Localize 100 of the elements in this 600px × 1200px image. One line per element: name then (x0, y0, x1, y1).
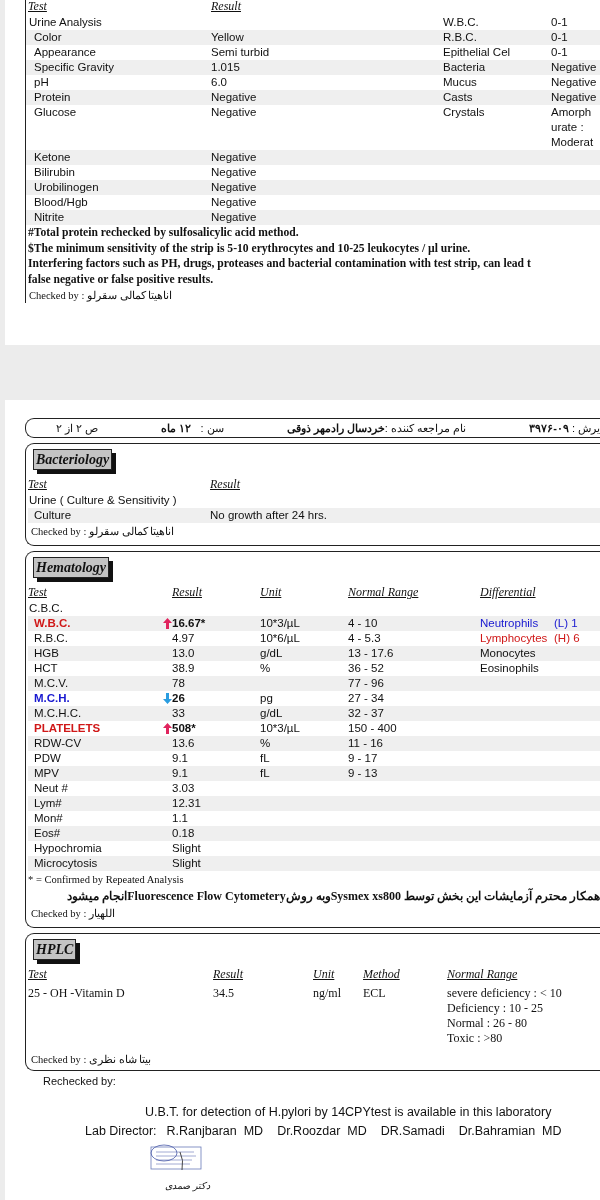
method-note: همکار محترم آزمایشات این بخش توسط Sysmex xs800وبه روشFluorescence Flow Cytometeryانجام میشود (66, 887, 600, 905)
test-result: 13.6 (172, 736, 195, 751)
test-name: Specific Gravity (33, 60, 115, 75)
column-header: Result (210, 478, 240, 493)
range-text: 9 - 13 (348, 766, 379, 781)
checked-by-text: Checked by : اللهیار (30, 907, 117, 921)
test-result: 508* (172, 721, 196, 736)
column-header: Test (28, 0, 47, 15)
range-text: Normal : 26 - 80 (447, 1016, 528, 1031)
differential-name: Monocytes (480, 646, 537, 661)
test-name: Epithelial Cel (443, 45, 512, 60)
stamp-drawing (150, 1144, 202, 1170)
test-result: Amorph urate : Moderat (551, 105, 595, 150)
unit-text: g/dL (260, 706, 284, 721)
director-name: R.Ranjbaran MD (166, 1124, 264, 1138)
range-text: 77 - 96 (348, 676, 385, 691)
test-result: 0-1 (551, 30, 569, 45)
test-result: Negative (551, 60, 598, 75)
differential-name: Lymphocytes (480, 631, 549, 646)
range-text: 13 - 17.6 (348, 646, 395, 661)
test-result: Yellow (211, 30, 245, 45)
test-name: R.B.C. (33, 631, 69, 646)
test-name: HGB (33, 646, 60, 661)
differential-name: Neutrophils (480, 616, 540, 631)
signature-text: دکتر صمدی (164, 1180, 210, 1191)
unit-text: ng/ml (313, 986, 342, 1002)
test-name: Casts (443, 90, 474, 105)
test-result: 4.97 (172, 631, 195, 646)
checked-by-text: Checked by : اناهیتا کمالی سقرلو (25, 287, 600, 303)
range-text: 150 - 400 (348, 721, 398, 736)
test-name: Bacteria (443, 60, 487, 75)
range-text: Deficiency : 10 - 25 (447, 1001, 544, 1016)
header-text: نام مراجعه کننده :خردسال رادمهر ذوقی (286, 421, 467, 435)
unit-text: 10*6/µL (260, 631, 301, 646)
checked-by-text: Checked by : بیتا شاه نظری (30, 1053, 153, 1067)
header-text: یرش : ۰۹-۳۹۷۶ (529, 421, 600, 435)
test-result: Negative (211, 180, 258, 195)
unit-text: g/dL (260, 646, 284, 661)
unit-text: 10*3/µL (260, 721, 301, 736)
test-result: 3.03 (172, 781, 195, 796)
test-name: W.B.C. (33, 616, 72, 631)
test-name: Protein (33, 90, 72, 105)
test-name: RDW-CV (33, 736, 83, 751)
rechecked-label: Rechecked by: (42, 1075, 117, 1087)
range-text: severe deficiency : < 10 (447, 986, 563, 1001)
range-text: 27 - 34 (348, 691, 385, 706)
column-header: Test (28, 478, 47, 493)
test-result: Negative (211, 150, 258, 165)
test-result: No growth after 24 hrs. (210, 508, 328, 523)
column-header: Unit (313, 968, 335, 983)
test-name: Mon# (33, 811, 64, 826)
group-label: Urine Analysis (28, 15, 103, 30)
director-name: Dr.Roozdar MD (277, 1124, 367, 1138)
column-header: Unit (260, 586, 282, 601)
note-text: false negative or false positive results. (25, 271, 600, 287)
test-result: 38.9 (172, 661, 195, 676)
unit-text: 10*3/µL (260, 616, 301, 631)
test-name: Glucose (33, 105, 78, 120)
method-text: ECL (363, 986, 387, 1002)
test-name: MPV (33, 766, 60, 781)
header-text: ص ۲ از ۲ (56, 421, 99, 435)
test-result: Negative (211, 165, 258, 180)
column-header: Result (171, 586, 202, 601)
checked-by-text: Checked by : اناهیتا کمالی سقرلو (30, 525, 176, 539)
test-result: 16.67* (172, 616, 206, 631)
test-result: 9.1 (172, 751, 188, 766)
test-result: 26 (172, 691, 185, 706)
column-header: Test (28, 968, 47, 983)
test-result: Negative (551, 90, 598, 105)
note-text: $The minimum sensitivity of the strip is 5-10 erythrocytes and 10-25 leukocytes / µl urine. (25, 240, 600, 256)
group-label: C.B.C. (28, 601, 64, 616)
unit-text: % (260, 736, 272, 751)
column-header: Method (363, 968, 400, 983)
test-name: M.C.H. (33, 691, 71, 706)
test-result: Negative (211, 105, 258, 120)
footnote-text: * = Confirmed by Repeated Analysis (28, 873, 185, 887)
test-name: 25 - OH -Vitamin D (28, 986, 126, 1002)
differential-value: (H) 6 (554, 631, 581, 646)
test-result: Semi turbid (211, 45, 271, 60)
test-name: HCT (33, 661, 59, 676)
test-name: R.B.C. (443, 30, 478, 45)
test-name: Culture (33, 508, 73, 523)
range-text: 4 - 5.3 (348, 631, 382, 646)
test-name: Urobilinogen (33, 180, 100, 195)
test-name: Color (33, 30, 63, 45)
test-name: M.C.H.C. (33, 706, 83, 721)
test-result: Negative (211, 210, 258, 225)
test-result: 0-1 (551, 15, 569, 30)
column-header: Normal Range (447, 968, 518, 983)
director-label: Lab Director: (85, 1124, 157, 1138)
test-result: Slight (172, 841, 201, 856)
test-result: 12.31 (172, 796, 201, 811)
test-name: Appearance (33, 45, 98, 60)
note-text: #Total protein rechecked by sulfosalicylic acid method. (25, 225, 600, 241)
range-text: 4 - 10 (348, 616, 379, 631)
test-name: pH (33, 75, 50, 90)
unit-text: pg (260, 691, 274, 706)
column-header: Differential (480, 586, 536, 601)
range-text: 9 - 17 (348, 751, 379, 766)
note-text: Interfering factors such as PH, drugs, proteases and bacterial contamination with test strip, can lead t (25, 256, 600, 272)
